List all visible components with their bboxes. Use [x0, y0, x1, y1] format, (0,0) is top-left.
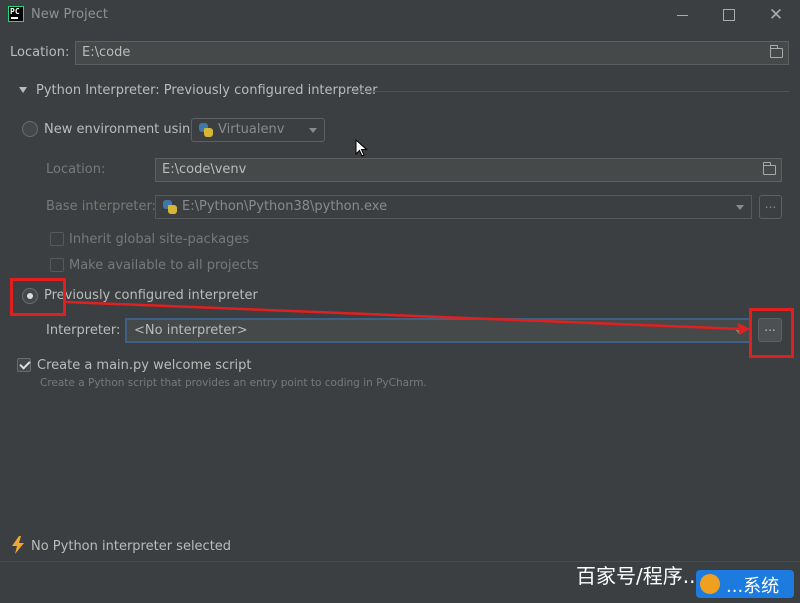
- python-icon: [163, 200, 177, 214]
- folder-icon[interactable]: [769, 45, 783, 58]
- make-available-label: Make available to all projects: [69, 258, 259, 273]
- radio-highlight-annotation: [10, 278, 66, 316]
- annotation-arrow: [65, 300, 750, 335]
- venv-location-label: Location:: [46, 162, 106, 177]
- environment-tool-value: Virtualenv: [218, 122, 285, 137]
- minimize-button[interactable]: [671, 4, 693, 26]
- watermark-text: 百家号/程序...: [576, 564, 702, 588]
- inherit-packages-checkbox[interactable]: [50, 232, 64, 246]
- lightning-icon: [12, 536, 24, 554]
- new-environment-label[interactable]: New environment using: [44, 122, 199, 137]
- status-message: No Python interpreter selected: [31, 539, 232, 554]
- watermark-badge-text: ...系统: [726, 576, 780, 597]
- python-icon: [199, 123, 213, 137]
- watermark-badge: ...系统: [696, 570, 794, 598]
- close-button[interactable]: ✕: [765, 4, 787, 26]
- base-interpreter-select[interactable]: E:\Python\Python38\python.exe: [155, 195, 752, 219]
- welcome-script-hint: Create a Python script that provides an …: [40, 377, 427, 389]
- section-separator: [350, 91, 790, 92]
- location-value: E:\code: [82, 45, 131, 60]
- title-bar: PC New Project ✕: [0, 0, 800, 30]
- venv-location-field[interactable]: E:\code\venv: [155, 158, 782, 182]
- inherit-packages-label: Inherit global site-packages: [69, 232, 250, 247]
- base-interpreter-label: Base interpreter:: [46, 199, 156, 214]
- welcome-script-label[interactable]: Create a main.py welcome script: [37, 358, 251, 373]
- make-available-checkbox[interactable]: [50, 258, 64, 272]
- location-label: Location:: [10, 45, 70, 60]
- chevron-down-icon: [309, 128, 317, 133]
- window-title: New Project: [31, 7, 108, 22]
- location-field[interactable]: E:\code: [75, 41, 789, 65]
- venv-location-value: E:\code\venv: [162, 162, 247, 177]
- welcome-script-checkbox[interactable]: [17, 358, 31, 372]
- mouse-cursor-icon: [355, 139, 368, 157]
- new-environment-radio[interactable]: [22, 121, 38, 137]
- maximize-button[interactable]: [718, 4, 740, 26]
- pycharm-icon: PC: [8, 6, 24, 22]
- base-interpreter-value: E:\Python\Python38\python.exe: [182, 199, 388, 214]
- base-interpreter-browse-button[interactable]: ...: [759, 195, 782, 219]
- section-title[interactable]: Python Interpreter: Previously configure…: [36, 83, 378, 98]
- environment-tool-select[interactable]: Virtualenv: [191, 118, 325, 142]
- chevron-down-icon: [736, 205, 744, 210]
- folder-icon[interactable]: [762, 162, 776, 175]
- collapse-arrow-icon[interactable]: [19, 87, 27, 93]
